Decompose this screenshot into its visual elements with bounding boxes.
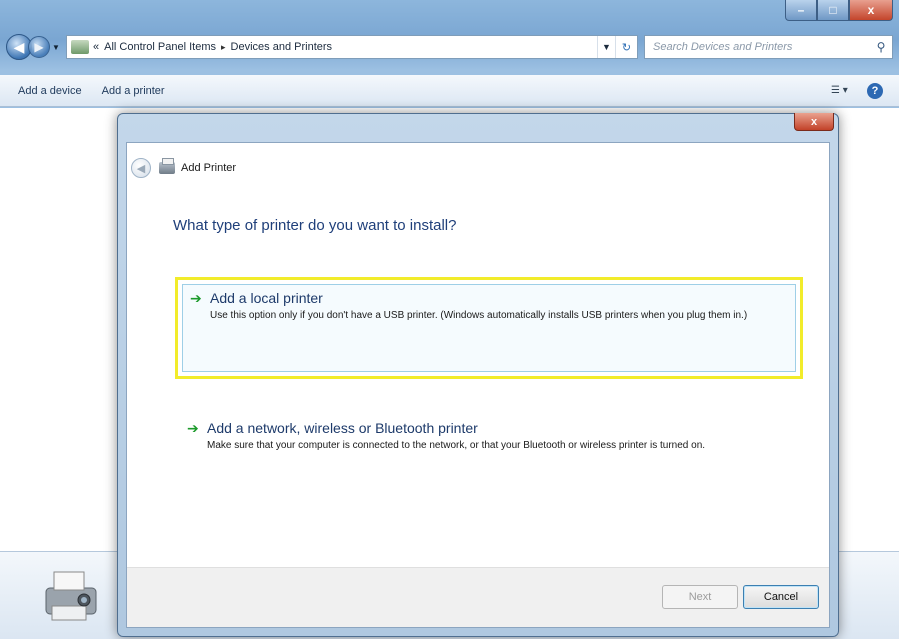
breadcrumb-separator-icon[interactable]: ▸: [221, 42, 226, 53]
dialog-header: ◀ Add Printer: [131, 155, 236, 181]
back-arrow-icon: ◀: [13, 38, 25, 55]
add-a-device-button[interactable]: Add a device: [0, 85, 92, 97]
back-arrow-icon: ◀: [136, 162, 146, 175]
add-printer-dialog: x ◀ Add Printer What type of printer do …: [117, 113, 839, 637]
maximize-button[interactable]: □: [817, 0, 849, 21]
navigation-bar: ◀ ▶ ▼ « All Control Panel Items ▸ Device…: [6, 32, 893, 62]
option-title: Add a local printer: [210, 290, 323, 306]
option-title: Add a network, wireless or Bluetooth pri…: [207, 420, 478, 436]
search-placeholder: Search Devices and Printers: [653, 41, 793, 53]
dialog-title: Add Printer: [181, 162, 237, 174]
close-button[interactable]: x: [849, 0, 893, 21]
window-controls: – □ x: [785, 0, 893, 21]
command-bar: Add a device Add a printer ☰ ▾ ?: [0, 75, 899, 107]
forward-arrow-icon: ▶: [34, 40, 44, 54]
printer-device-icon: [45, 571, 97, 621]
add-network-printer-option[interactable]: ➔ Add a network, wireless or Bluetooth p…: [175, 409, 803, 462]
change-view-icon[interactable]: ☰ ▾: [831, 85, 867, 96]
page-heading: What type of printer do you want to inst…: [173, 217, 457, 234]
control-panel-icon: [71, 40, 89, 54]
dialog-footer: Next Cancel: [127, 567, 829, 627]
cancel-button[interactable]: Cancel: [743, 585, 819, 609]
printer-icon: [159, 158, 175, 174]
minimize-button[interactable]: –: [785, 0, 817, 21]
option-description: Use this option only if you don't have a…: [210, 310, 748, 321]
breadcrumb-prefix[interactable]: «: [93, 41, 99, 53]
option-description: Make sure that your computer is connecte…: [207, 440, 706, 451]
help-icon[interactable]: ?: [867, 82, 883, 99]
address-bar[interactable]: « All Control Panel Items ▸ Devices and …: [66, 35, 638, 59]
dialog-close-button[interactable]: x: [794, 113, 834, 131]
refresh-icon[interactable]: ↻: [615, 36, 637, 58]
green-arrow-icon: ➔: [190, 290, 202, 306]
dialog-back-button[interactable]: ◀: [131, 158, 151, 178]
forward-button[interactable]: ▶: [28, 36, 50, 58]
add-a-printer-button[interactable]: Add a printer: [92, 85, 175, 97]
add-local-printer-option[interactable]: ➔ Add a local printer Use this option on…: [175, 277, 803, 379]
search-input[interactable]: Search Devices and Printers ⚲: [644, 35, 893, 59]
dialog-body: ◀ Add Printer What type of printer do yo…: [126, 142, 830, 628]
address-dropdown-icon[interactable]: ▼: [597, 36, 615, 58]
search-icon[interactable]: ⚲: [870, 40, 892, 54]
breadcrumb-all-control-panel-items[interactable]: All Control Panel Items: [104, 41, 216, 53]
recent-pages-dropdown[interactable]: ▼: [52, 43, 62, 52]
breadcrumb-devices-and-printers[interactable]: Devices and Printers: [231, 41, 333, 53]
next-button[interactable]: Next: [662, 585, 738, 609]
green-arrow-icon: ➔: [187, 420, 199, 436]
